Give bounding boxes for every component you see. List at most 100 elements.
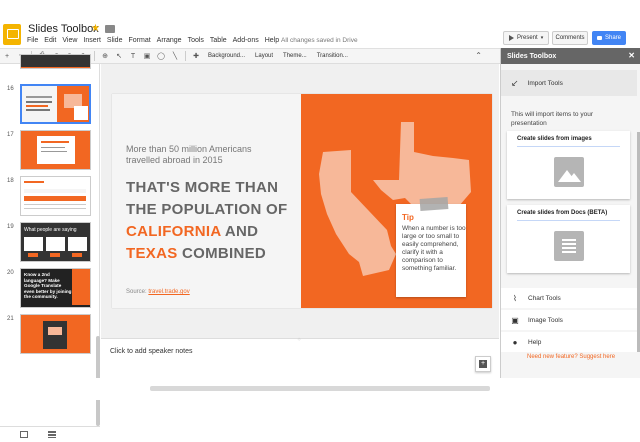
panel-title: Slides Toolbox [507,52,557,60]
back-arrow-icon: ↙ [511,77,519,88]
current-slide[interactable]: More than 50 million Americans travelled… [112,94,492,308]
image-icon: ▣ [511,315,519,325]
import-description: This will import items to your presentat… [511,111,593,127]
image-tools-label: Image Tools [528,316,563,324]
headline-and: AND [224,223,259,240]
share-button[interactable]: Share [592,31,626,45]
slides-toolbox-panel: Slides Toolbox ✕ ↙ Import Tools This wil… [500,48,640,378]
menu-help[interactable]: Help [265,37,279,44]
slides-logo-icon[interactable] [3,24,21,45]
line-icon[interactable]: ╲ [170,51,180,61]
toolbar-divider [94,51,95,61]
toolbar-divider [185,51,186,61]
slide-map-area: Tip When a number is too large or too sm… [301,94,492,308]
slide-number-17: 17 [7,132,14,138]
chart-tools-item[interactable]: ⌇ Chart Tools [501,288,637,308]
filmstrip-view-toggle [0,426,100,442]
menu-addons[interactable]: Add-ons [233,37,259,44]
menu-bar: File Edit View Insert Slide Format Arran… [27,37,285,44]
explore-icon: + [479,360,487,368]
zoom-icon[interactable]: ⊕ [100,51,110,61]
slide-thumbnail-19[interactable]: What people are saying [20,222,91,262]
grid-view-icon[interactable] [48,431,56,438]
folder-icon[interactable] [105,25,115,33]
slides-app: Slides Toolbox ★ File Edit View Insert S… [0,0,640,442]
image-icon[interactable] [554,157,584,187]
theme-button[interactable]: Theme... [283,53,307,59]
tip-body: When a number is too large or too small … [402,225,466,272]
speaker-notes[interactable]: ⁘ Click to add speaker notes + [101,337,499,378]
explore-button[interactable]: + [475,356,491,372]
slide-thumbnail-21[interactable] [20,314,91,354]
menu-table[interactable]: Table [210,37,227,44]
source-label: Source: [126,289,147,295]
horizontal-scrollbar [0,378,640,400]
comment-icon[interactable]: ✚ [191,51,201,61]
california-map-icon [319,150,396,276]
headline-texas: TEXAS [126,245,178,262]
slide-number-21: 21 [7,316,14,322]
slide-stat-text[interactable]: More than 50 million Americans travelled… [126,144,286,166]
tip-title: Tip [402,213,414,222]
slide-number-18: 18 [7,178,14,184]
help-icon: ● [512,337,518,347]
play-icon [509,35,514,41]
slide-headline[interactable]: THAT'S MORE THAN THE POPULATION OF CALIF… [126,177,296,265]
help-label: Help [528,338,542,346]
thumb-20-title: Know a 2nd language? Make Google Transla… [24,272,72,300]
textbox-icon[interactable]: T [128,51,138,61]
menu-insert[interactable]: Insert [83,37,101,44]
slide-number-19: 19 [7,224,14,230]
create-from-images-card[interactable]: Create slides from images [507,131,630,199]
image-icon[interactable]: ▣ [142,51,152,61]
menu-view[interactable]: View [62,37,77,44]
slide-thumbnail-16[interactable] [20,84,91,124]
layout-button[interactable]: Layout [255,53,273,59]
slide-thumbnail-18[interactable] [20,176,91,216]
tip-card[interactable]: Tip When a number is too large or too sm… [396,197,466,297]
card-title: Create slides from images [517,136,592,142]
slide-thumbnail-15[interactable] [20,54,91,69]
share-label: Share [604,35,621,41]
slide-thumbnail-17[interactable] [20,130,91,170]
slide-number-16: 16 [7,86,14,92]
filmstrip-view-icon[interactable] [20,431,28,438]
slide-number-20: 20 [7,270,14,276]
top-bar: Slides Toolbox ★ File Edit View Insert S… [0,0,640,48]
menu-file[interactable]: File [27,37,38,44]
star-icon[interactable]: ★ [91,23,100,34]
menu-slide[interactable]: Slide [107,37,123,44]
create-from-docs-card[interactable]: Create slides from Docs (BETA) [507,205,630,273]
import-tools-label: Import Tools [527,79,563,87]
menu-format[interactable]: Format [128,37,150,44]
new-slide-icon[interactable]: + [2,51,12,61]
notes-resize-handle[interactable]: ⁘ [297,337,301,343]
transition-button[interactable]: Transition... [317,53,348,59]
horizontal-scroll-thumb[interactable] [150,386,490,391]
present-label: Present [517,35,538,41]
speaker-notes-placeholder[interactable]: Click to add speaker notes [110,348,193,355]
image-tools-item[interactable]: ▣ Image Tools [501,310,637,330]
present-button[interactable]: Present ▾ [503,31,549,45]
background-button[interactable]: Background... [208,53,245,59]
thumb-19-title: What people are saying [24,227,77,233]
document-icon[interactable] [554,231,584,261]
select-icon[interactable]: ↖ [114,51,124,61]
slide-canvas: More than 50 million Americans travelled… [101,64,499,338]
slide-thumbnail-20[interactable]: Know a 2nd language? Make Google Transla… [20,268,91,308]
menu-tools[interactable]: Tools [188,37,204,44]
close-icon[interactable]: ✕ [628,51,635,60]
document-title[interactable]: Slides Toolbox [28,23,99,35]
menu-arrange[interactable]: Arrange [157,37,182,44]
collapse-chevron-icon[interactable]: ⌃ [475,51,482,60]
menu-edit[interactable]: Edit [44,37,56,44]
tape-icon [419,197,449,211]
chevron-down-icon[interactable]: ▾ [541,35,544,41]
source-link[interactable]: travel.trade.gov [148,289,189,295]
chart-icon: ⌇ [513,293,517,303]
comments-button[interactable]: Comments [552,31,588,45]
help-item[interactable]: ● Help [501,332,637,352]
shape-icon[interactable]: ◯ [156,51,166,61]
import-tools-item[interactable]: ↙ Import Tools [501,70,637,96]
suggest-feature-link[interactable]: Need new feature? Suggest here [527,354,615,360]
